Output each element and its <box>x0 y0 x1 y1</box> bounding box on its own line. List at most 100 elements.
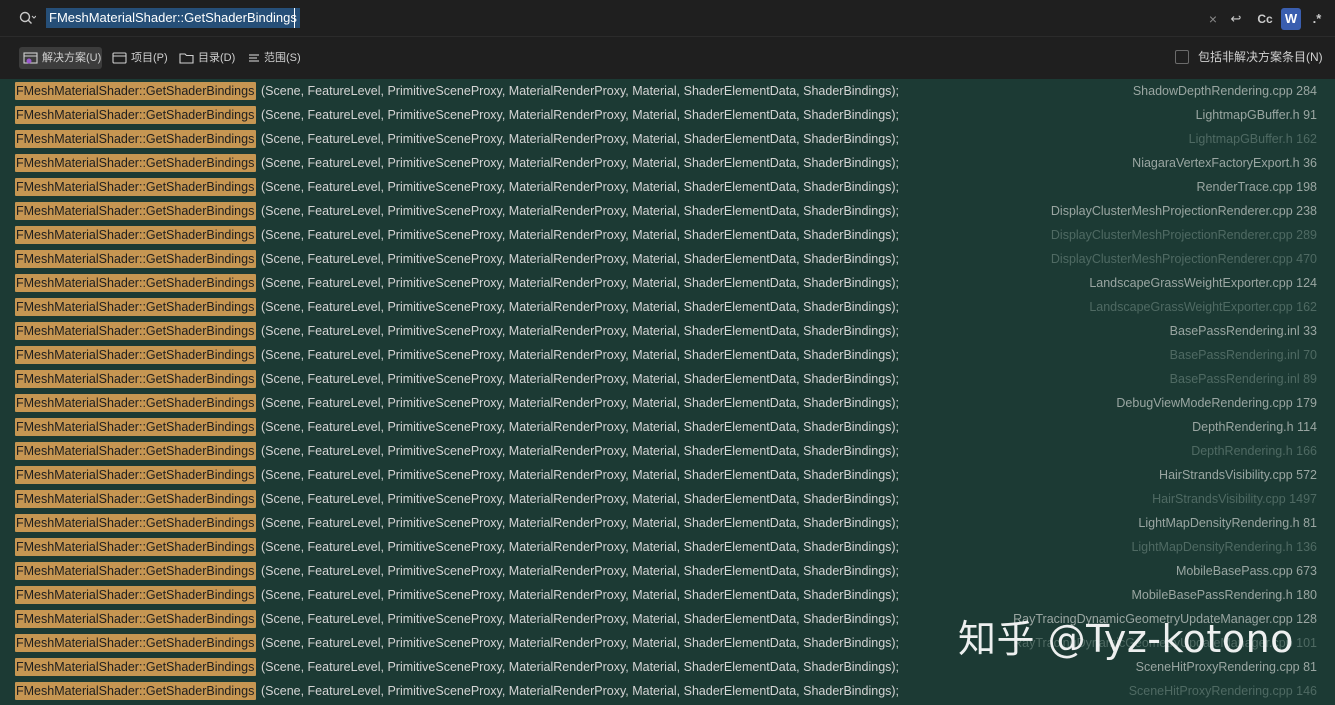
result-row[interactable]: FMeshMaterialShader::GetShaderBindings (S… <box>0 535 1335 559</box>
result-args: (Scene, FeatureLevel, PrimitiveSceneProx… <box>261 444 900 458</box>
include-external-checkbox[interactable] <box>1175 50 1189 64</box>
result-location: DisplayClusterMeshProjectionRenderer.cpp… <box>1050 228 1317 242</box>
result-args: (Scene, FeatureLevel, PrimitiveSceneProx… <box>261 204 900 218</box>
folder-icon <box>179 53 194 64</box>
result-row[interactable]: FMeshMaterialShader::GetShaderBindings (S… <box>0 583 1335 607</box>
enter-icon[interactable]: ↩ <box>1226 8 1246 30</box>
scope-solution-label: 解决方案(U) <box>42 52 102 64</box>
search-bar: FMeshMaterialShader::GetShaderBindings ×… <box>0 0 1335 37</box>
scope-directory-label: 目录(D) <box>198 52 236 64</box>
result-location: BasePassRendering.inl 70 <box>1169 348 1317 362</box>
result-args: (Scene, FeatureLevel, PrimitiveSceneProx… <box>261 396 900 410</box>
result-args: (Scene, FeatureLevel, PrimitiveSceneProx… <box>261 300 900 314</box>
search-icon[interactable] <box>18 10 36 28</box>
result-location: LightMapDensityRendering.h 81 <box>1138 516 1317 530</box>
result-location: LightMapDensityRendering.h 136 <box>1131 540 1317 554</box>
result-row[interactable]: FMeshMaterialShader::GetShaderBindings (S… <box>0 511 1335 535</box>
result-location: SceneHitProxyRendering.cpp 146 <box>1128 684 1317 698</box>
result-location: DisplayClusterMeshProjectionRenderer.cpp… <box>1050 204 1317 218</box>
result-row[interactable]: FMeshMaterialShader::GetShaderBindings (S… <box>0 679 1335 703</box>
result-location: RenderTrace.cpp 198 <box>1196 180 1317 194</box>
match-highlight: FMeshMaterialShader::GetShaderBindings <box>15 82 257 100</box>
scope-bar: 解决方案(U) 项目(P) 目录(D) 范围(S) 包括非解决方案条目(N) <box>0 38 1335 78</box>
result-args: (Scene, FeatureLevel, PrimitiveSceneProx… <box>261 540 900 554</box>
result-location: BasePassRendering.inl 89 <box>1169 372 1317 386</box>
result-args: (Scene, FeatureLevel, PrimitiveSceneProx… <box>261 564 900 578</box>
result-args: (Scene, FeatureLevel, PrimitiveSceneProx… <box>261 156 900 170</box>
match-highlight: FMeshMaterialShader::GetShaderBindings <box>15 442 257 460</box>
result-args: (Scene, FeatureLevel, PrimitiveSceneProx… <box>261 468 900 482</box>
result-row[interactable]: FMeshMaterialShader::GetShaderBindings (S… <box>0 463 1335 487</box>
result-row[interactable]: FMeshMaterialShader::GetShaderBindings (S… <box>0 127 1335 151</box>
match-highlight: FMeshMaterialShader::GetShaderBindings <box>15 538 257 556</box>
match-highlight: FMeshMaterialShader::GetShaderBindings <box>15 610 257 628</box>
result-location: DisplayClusterMeshProjectionRenderer.cpp… <box>1050 252 1317 266</box>
scope-directory-button[interactable]: 目录(D) <box>175 47 239 69</box>
result-args: (Scene, FeatureLevel, PrimitiveSceneProx… <box>261 420 900 434</box>
result-row[interactable]: FMeshMaterialShader::GetShaderBindings (S… <box>0 439 1335 463</box>
result-args: (Scene, FeatureLevel, PrimitiveSceneProx… <box>261 684 900 698</box>
match-highlight: FMeshMaterialShader::GetShaderBindings <box>15 226 257 244</box>
solution-icon <box>23 52 38 64</box>
result-args: (Scene, FeatureLevel, PrimitiveSceneProx… <box>261 132 900 146</box>
result-location: LightmapGBuffer.h 162 <box>1188 132 1317 146</box>
result-location: LandscapeGrassWeightExporter.cpp 124 <box>1089 276 1317 290</box>
result-row[interactable]: FMeshMaterialShader::GetShaderBindings (S… <box>0 391 1335 415</box>
result-args: (Scene, FeatureLevel, PrimitiveSceneProx… <box>261 108 900 122</box>
match-highlight: FMeshMaterialShader::GetShaderBindings <box>15 346 257 364</box>
result-row[interactable]: FMeshMaterialShader::GetShaderBindings (S… <box>0 367 1335 391</box>
scope-range-button[interactable]: 范围(S) <box>243 47 307 69</box>
result-row[interactable]: FMeshMaterialShader::GetShaderBindings (S… <box>0 103 1335 127</box>
match-highlight: FMeshMaterialShader::GetShaderBindings <box>15 202 257 220</box>
result-args: (Scene, FeatureLevel, PrimitiveSceneProx… <box>261 492 900 506</box>
project-icon <box>112 52 127 64</box>
scope-project-button[interactable]: 项目(P) <box>108 47 172 69</box>
result-row[interactable]: FMeshMaterialShader::GetShaderBindings (S… <box>0 247 1335 271</box>
result-args: (Scene, FeatureLevel, PrimitiveSceneProx… <box>261 180 900 194</box>
result-row[interactable]: FMeshMaterialShader::GetShaderBindings (S… <box>0 343 1335 367</box>
match-highlight: FMeshMaterialShader::GetShaderBindings <box>15 682 257 700</box>
result-args: (Scene, FeatureLevel, PrimitiveSceneProx… <box>261 228 900 242</box>
result-location: DebugViewModeRendering.cpp 179 <box>1116 396 1317 410</box>
result-row[interactable]: FMeshMaterialShader::GetShaderBindings (S… <box>0 319 1335 343</box>
result-args: (Scene, FeatureLevel, PrimitiveSceneProx… <box>261 636 900 650</box>
scope-solution-button[interactable]: 解决方案(U) <box>19 47 102 69</box>
match-highlight: FMeshMaterialShader::GetShaderBindings <box>15 586 257 604</box>
result-args: (Scene, FeatureLevel, PrimitiveSceneProx… <box>261 276 900 290</box>
match-highlight: FMeshMaterialShader::GetShaderBindings <box>15 466 257 484</box>
result-row[interactable]: FMeshMaterialShader::GetShaderBindings (S… <box>0 175 1335 199</box>
result-row[interactable]: FMeshMaterialShader::GetShaderBindings (S… <box>0 559 1335 583</box>
result-row[interactable]: FMeshMaterialShader::GetShaderBindings (S… <box>0 199 1335 223</box>
result-location: DepthRendering.h 166 <box>1191 444 1317 458</box>
search-input[interactable]: FMeshMaterialShader::GetShaderBindings <box>46 8 300 28</box>
match-case-toggle[interactable]: Cc <box>1253 8 1277 30</box>
match-highlight: FMeshMaterialShader::GetShaderBindings <box>15 322 257 340</box>
result-args: (Scene, FeatureLevel, PrimitiveSceneProx… <box>261 372 900 386</box>
list-icon <box>249 54 259 62</box>
result-args: (Scene, FeatureLevel, PrimitiveSceneProx… <box>261 348 900 362</box>
match-highlight: FMeshMaterialShader::GetShaderBindings <box>15 658 257 676</box>
match-highlight: FMeshMaterialShader::GetShaderBindings <box>15 250 257 268</box>
result-row[interactable]: FMeshMaterialShader::GetShaderBindings (S… <box>0 151 1335 175</box>
result-row[interactable]: FMeshMaterialShader::GetShaderBindings (S… <box>0 79 1335 103</box>
include-external-label[interactable]: 包括非解决方案条目(N) <box>1198 50 1323 64</box>
result-row[interactable]: FMeshMaterialShader::GetShaderBindings (S… <box>0 487 1335 511</box>
result-location: LandscapeGrassWeightExporter.cpp 162 <box>1089 300 1317 314</box>
match-highlight: FMeshMaterialShader::GetShaderBindings <box>15 418 257 436</box>
result-location: DepthRendering.h 114 <box>1192 420 1317 434</box>
whole-word-toggle[interactable]: W <box>1281 8 1301 30</box>
result-row[interactable]: FMeshMaterialShader::GetShaderBindings (S… <box>0 223 1335 247</box>
match-highlight: FMeshMaterialShader::GetShaderBindings <box>15 514 257 532</box>
regex-toggle[interactable]: .* <box>1307 8 1327 30</box>
result-row[interactable]: FMeshMaterialShader::GetShaderBindings (S… <box>0 295 1335 319</box>
result-location: HairStrandsVisibility.cpp 572 <box>1159 468 1317 482</box>
match-highlight: FMeshMaterialShader::GetShaderBindings <box>15 562 257 580</box>
result-args: (Scene, FeatureLevel, PrimitiveSceneProx… <box>261 84 900 98</box>
match-highlight: FMeshMaterialShader::GetShaderBindings <box>15 394 257 412</box>
result-args: (Scene, FeatureLevel, PrimitiveSceneProx… <box>261 660 900 674</box>
result-row[interactable]: FMeshMaterialShader::GetShaderBindings (S… <box>0 415 1335 439</box>
clear-search-button[interactable]: × <box>1204 8 1222 30</box>
text-caret <box>294 8 295 28</box>
result-row[interactable]: FMeshMaterialShader::GetShaderBindings (S… <box>0 271 1335 295</box>
match-highlight: FMeshMaterialShader::GetShaderBindings <box>15 130 257 148</box>
